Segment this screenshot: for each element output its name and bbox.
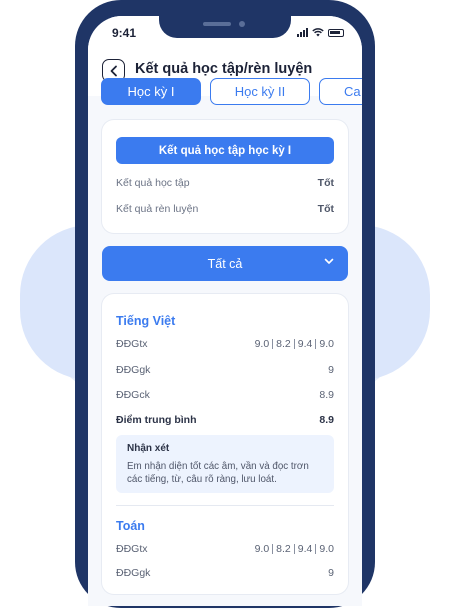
score-value: 8.9 xyxy=(319,414,334,426)
subject-title: Tiếng Việt xyxy=(116,314,176,328)
score-row-ddgtx: ĐĐGtx 9.0 8.2 9.4 9.0 xyxy=(116,543,334,555)
score-label: ĐĐGtx xyxy=(116,338,148,350)
score-value: 9.4 xyxy=(297,543,313,555)
score-value: 9.4 xyxy=(297,338,313,350)
status-icons xyxy=(297,28,344,37)
score-value: 8.2 xyxy=(276,543,291,555)
summary-row-hoc-tap: Kết quả học tập Tốt xyxy=(116,177,334,189)
score-value: 9 xyxy=(328,567,334,579)
summary-row-ren-luyen: Kết quả rèn luyện Tốt xyxy=(116,203,334,215)
speaker xyxy=(203,22,231,26)
score-value: 9 xyxy=(328,364,334,376)
subject-title: Toán xyxy=(116,519,145,533)
summary-value: Tốt xyxy=(317,177,334,189)
score-value: 9.0 xyxy=(254,543,270,555)
score-label: ĐĐGtx xyxy=(116,543,148,555)
chevron-left-icon xyxy=(110,65,117,76)
score-values: 9.0 8.2 9.4 9.0 xyxy=(255,338,334,350)
divider xyxy=(116,505,334,506)
score-row-average: Điểm trung bình 8.9 xyxy=(116,414,334,426)
comment-title: Nhận xét xyxy=(127,443,170,454)
camera xyxy=(239,21,245,27)
score-label: ĐĐGgk xyxy=(116,364,151,376)
score-value: 9.0 xyxy=(319,543,334,555)
tab-hoc-ky-2[interactable]: Học kỳ II xyxy=(210,78,310,105)
chevron-down-icon xyxy=(324,258,334,264)
subject-filter-dropdown[interactable]: Tất cả xyxy=(102,246,348,281)
comment-text: Em nhận diện tốt các âm, vần và đọc trơn… xyxy=(127,461,309,485)
signal-icon xyxy=(297,28,308,37)
score-values: 9.0 8.2 9.4 9.0 xyxy=(255,543,334,555)
summary-label: Kết quả học tập xyxy=(116,177,190,189)
tab-hoc-ky-1[interactable]: Học kỳ I xyxy=(101,78,201,105)
summary-value: Tốt xyxy=(317,203,334,215)
score-value: 9.0 xyxy=(254,338,270,350)
score-row-ddgck: ĐĐGck 8.9 xyxy=(116,389,334,401)
score-value: 8.9 xyxy=(319,389,334,401)
summary-label: Kết quả rèn luyện xyxy=(116,203,199,215)
comment-box: Nhận xét Em nhận diện tốt các âm, vần và… xyxy=(116,435,334,493)
phone-screen: 9:41 Kết quả học tập/rèn luyện Học kỳ I … xyxy=(88,16,362,606)
tab-ca-nam[interactable]: Ca xyxy=(319,78,362,105)
summary-card: Kết quả học tập học kỳ I Kết quả học tập… xyxy=(102,120,348,233)
subjects-card: Tiếng Việt ĐĐGtx 9.0 8.2 9.4 9.0 ĐĐGgk 9… xyxy=(102,294,348,594)
page-title: Kết quả học tập/rèn luyện xyxy=(135,61,313,77)
score-label: Điểm trung bình xyxy=(116,414,197,426)
wifi-icon xyxy=(312,28,324,37)
semester-tabs: Học kỳ I Học kỳ II Ca xyxy=(101,78,362,105)
score-row-ddggk: ĐĐGgk 9 xyxy=(116,567,334,579)
score-row-ddgtx: ĐĐGtx 9.0 8.2 9.4 9.0 xyxy=(116,338,334,350)
filter-label: Tất cả xyxy=(207,256,243,271)
score-value: 9.0 xyxy=(319,338,334,350)
score-value: 8.2 xyxy=(276,338,291,350)
phone-frame: 9:41 Kết quả học tập/rèn luyện Học kỳ I … xyxy=(75,0,375,608)
status-time: 9:41 xyxy=(112,26,137,40)
phone-notch xyxy=(159,16,291,38)
score-label: ĐĐGck xyxy=(116,389,150,401)
score-label: ĐĐGgk xyxy=(116,567,151,579)
score-row-ddggk: ĐĐGgk 9 xyxy=(116,364,334,376)
battery-icon xyxy=(328,29,344,37)
semester-result-button[interactable]: Kết quả học tập học kỳ I xyxy=(116,137,334,164)
